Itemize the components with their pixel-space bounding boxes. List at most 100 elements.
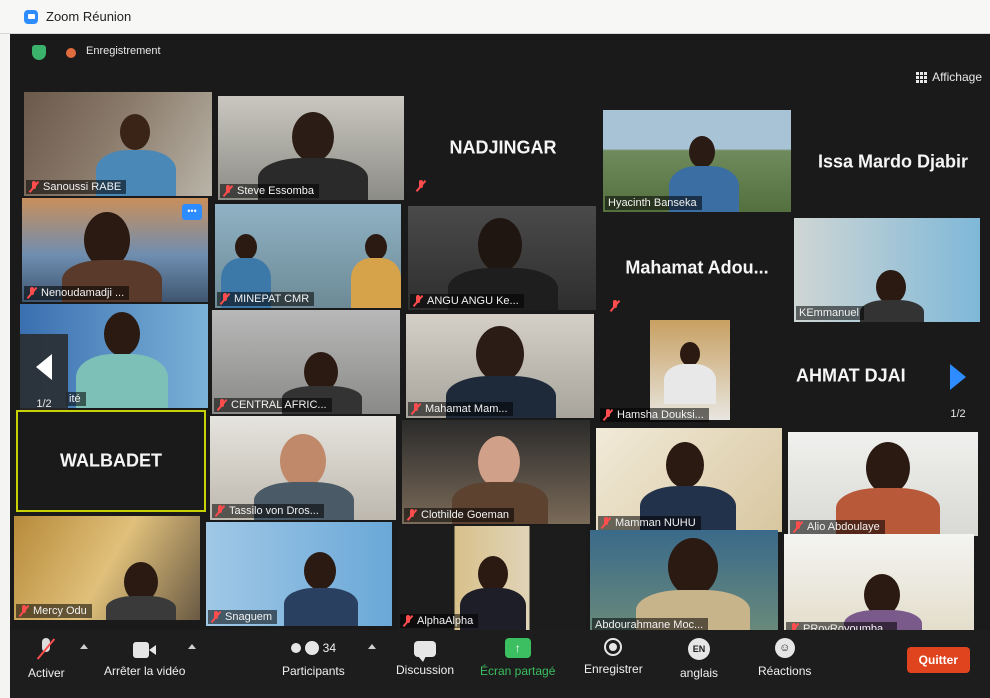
- participant-name: AlphaAlpha: [417, 615, 474, 627]
- share-screen-label: Écran partagé: [480, 664, 556, 678]
- participants-button[interactable]: 34 Participants: [282, 638, 345, 678]
- mic-muted-icon: [215, 505, 225, 517]
- more-options-button[interactable]: •••: [182, 204, 202, 220]
- mic-muted-icon: [610, 300, 620, 312]
- next-page-button[interactable]: 1/2: [938, 362, 978, 422]
- microphone-muted-icon: [38, 638, 54, 660]
- name-only-tile[interactable]: Mahamat Adou...: [602, 216, 792, 320]
- participant-name-tag: Hamsha Douksi...: [600, 408, 709, 422]
- chat-button[interactable]: Discussion: [396, 638, 454, 677]
- participant-silhouette: [351, 258, 401, 308]
- video-tile[interactable]: AlphaAlpha: [398, 526, 586, 630]
- audio-options-caret[interactable]: [80, 644, 88, 649]
- participant-silhouette: [478, 218, 522, 272]
- name-only-tile[interactable]: AHMAT DJAI: [792, 324, 940, 428]
- name-only-tile-active-speaker[interactable]: WALBADET: [16, 410, 206, 512]
- participant-name: WALBADET: [60, 450, 162, 471]
- view-label: Affichage: [932, 70, 982, 84]
- mic-muted-icon: [413, 295, 423, 307]
- participant-silhouette: [365, 234, 387, 260]
- leave-meeting-button[interactable]: Quitter: [906, 647, 970, 673]
- video-tile[interactable]: CENTRAL AFRIC...: [212, 310, 400, 414]
- video-tile[interactable]: ••• Nenoudamadji ...: [22, 198, 208, 302]
- participant-silhouette: [120, 114, 150, 150]
- video-tile[interactable]: Tassilo von Dros...: [210, 416, 396, 520]
- interpretation-button[interactable]: EN anglais: [680, 638, 718, 680]
- mic-muted-icon: [793, 521, 803, 533]
- video-tile[interactable]: Mercy Odu: [14, 516, 200, 620]
- recording-icon: [66, 48, 76, 58]
- name-only-tile[interactable]: Hamsha Douksi...: [598, 320, 788, 424]
- participant-silhouette: [284, 588, 358, 626]
- chat-label: Discussion: [396, 663, 455, 677]
- participant-name: AHMAT DJAI: [796, 365, 906, 386]
- participant-name: Mahamat Mam...: [425, 403, 508, 415]
- recording-label: Enregistrement: [86, 45, 161, 57]
- video-tile[interactable]: MINEPAT CMR: [215, 204, 401, 308]
- video-tile[interactable]: Mamman NUHU: [596, 428, 782, 532]
- video-tile[interactable]: Sanoussi RABE: [24, 92, 212, 196]
- participant-name: Nenoudamadji ...: [41, 287, 125, 299]
- security-shield-icon[interactable]: [32, 45, 46, 60]
- stop-video-button[interactable]: Arrêter la vidéo: [104, 638, 185, 678]
- participant-name: CENTRAL AFRIC...: [231, 399, 327, 411]
- page-indicator: 1/2: [950, 408, 966, 420]
- participant-name-tag: Mahamat Mam...: [408, 402, 513, 416]
- participant-name: Alio Abdoulaye: [807, 521, 880, 533]
- participants-options-caret[interactable]: [368, 644, 376, 649]
- record-icon: [604, 638, 623, 656]
- video-tile[interactable]: Alio Abdoulaye: [788, 432, 978, 536]
- video-tile[interactable]: KEmmanuel: [794, 218, 980, 322]
- video-tile[interactable]: Snaguem: [206, 522, 392, 626]
- participant-name-tag: KEmmanuel: [796, 306, 864, 320]
- participant-silhouette: [664, 364, 716, 404]
- participant-name-tag: ité: [66, 392, 86, 406]
- participant-name: Tassilo von Dros...: [229, 505, 319, 517]
- participants-label: Participants: [282, 664, 345, 678]
- participant-name-tag: Sanoussi RABE: [26, 180, 127, 194]
- participant-silhouette: [478, 436, 520, 488]
- mic-muted-icon: [416, 180, 426, 192]
- participant-name: Mahamat Adou...: [625, 257, 769, 278]
- participant-name-tag: MINEPAT CMR: [217, 292, 315, 306]
- mic-muted-icon: [220, 293, 230, 305]
- video-tile[interactable]: Hyacinth Banseka: [603, 110, 791, 212]
- share-screen-icon: ↑: [504, 638, 531, 658]
- participant-name-tag: Nenoudamadji ...: [24, 286, 130, 300]
- mic-muted-icon: [601, 517, 611, 529]
- chat-bubble-icon: [414, 641, 437, 662]
- participant-name-tag: ANGU ANGU Ke...: [410, 294, 524, 308]
- record-button[interactable]: Enregistrer: [584, 638, 643, 676]
- video-tile[interactable]: Abdourahmane Moc...: [590, 530, 778, 634]
- video-tile[interactable]: PRoyRoyoumba...: [784, 534, 974, 638]
- page-indicator: 1/2: [36, 398, 52, 410]
- participant-silhouette: [876, 270, 906, 304]
- participant-name: ANGU ANGU Ke...: [427, 295, 519, 307]
- participant-silhouette: [866, 442, 910, 494]
- participant-name: Sanoussi RABE: [43, 181, 122, 193]
- video-options-caret[interactable]: [188, 644, 196, 649]
- mic-muted-icon: [223, 185, 233, 197]
- name-only-tile[interactable]: NADJINGAR: [408, 96, 598, 200]
- mic-muted-icon: [29, 181, 39, 193]
- video-tile[interactable]: Mahamat Mam...: [406, 314, 594, 418]
- participant-silhouette: [666, 442, 704, 488]
- arrow-left-icon: [36, 354, 52, 380]
- participant-silhouette: [476, 326, 524, 382]
- zoom-logo-icon: [24, 9, 38, 24]
- name-only-tile[interactable]: Issa Mardo Djabir: [796, 110, 990, 214]
- reactions-label: Réactions: [758, 664, 812, 678]
- stop-video-label: Arrêter la vidéo: [104, 664, 186, 678]
- video-tile[interactable]: Clothilde Goeman: [402, 420, 590, 524]
- mic-muted-icon: [19, 605, 29, 617]
- participant-name: Steve Essomba: [237, 185, 315, 197]
- reactions-button[interactable]: ☺ Réactions: [758, 638, 811, 678]
- unmute-button[interactable]: Activer: [28, 638, 65, 680]
- grid-view-icon: [916, 71, 928, 83]
- share-screen-button[interactable]: ↑ Écran partagé: [480, 638, 555, 678]
- video-tile[interactable]: Steve Essomba: [218, 96, 404, 200]
- view-button[interactable]: Affichage: [916, 70, 982, 84]
- participant-name: Hyacinth Banseka: [608, 197, 697, 209]
- video-tile[interactable]: ANGU ANGU Ke...: [408, 206, 596, 310]
- participant-silhouette: [689, 136, 715, 168]
